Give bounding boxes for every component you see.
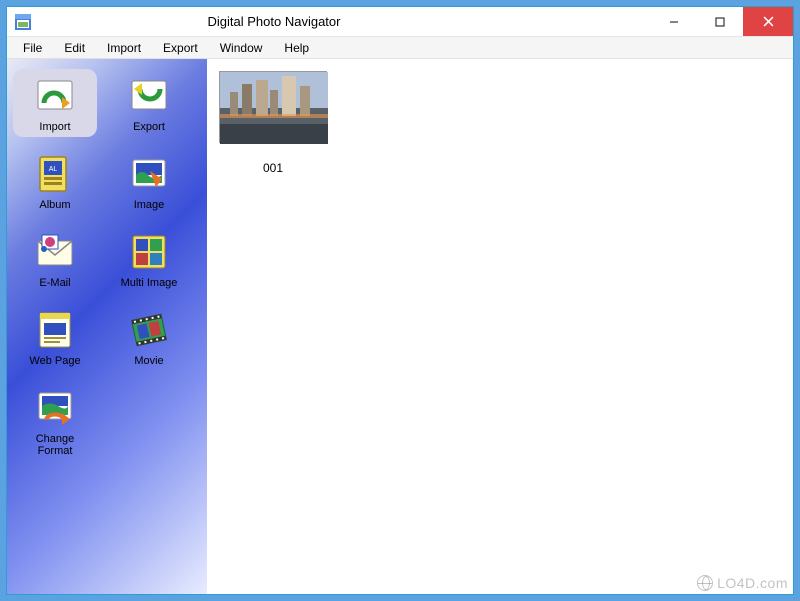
sidebar-label: Movie <box>134 355 163 367</box>
thumbnail-item[interactable]: 001 <box>219 71 327 175</box>
multi-image-icon <box>128 231 170 273</box>
menu-edit[interactable]: Edit <box>54 39 95 57</box>
window-title: Digital Photo Navigator <box>37 14 511 29</box>
watermark: LO4D.com <box>697 575 788 591</box>
watermark-text: LO4D.com <box>717 575 788 591</box>
menubar: File Edit Import Export Window Help <box>7 37 793 59</box>
import-icon <box>34 75 76 117</box>
album-icon: AL <box>34 153 76 195</box>
sidebar-import-button[interactable]: Import <box>13 69 97 137</box>
image-icon <box>128 153 170 195</box>
svg-text:AL: AL <box>49 166 58 173</box>
email-icon <box>34 231 76 273</box>
sidebar-row: Change Format <box>13 381 201 461</box>
menu-import[interactable]: Import <box>97 39 151 57</box>
sidebar-label: Import <box>39 121 70 133</box>
thumbnail-pane: 001 <box>207 59 793 594</box>
export-icon <box>128 75 170 117</box>
sidebar-label: E-Mail <box>39 277 70 289</box>
sidebar-email-button[interactable]: E-Mail <box>13 225 97 293</box>
thumbnail-label: 001 <box>263 161 283 175</box>
sidebar-image-button[interactable]: Image <box>107 147 191 215</box>
app-icon <box>15 14 31 30</box>
sidebar-row: AL Album <box>13 147 201 215</box>
sidebar-album-button[interactable]: AL Album <box>13 147 97 215</box>
sidebar-movie-button[interactable]: Movie <box>107 303 191 371</box>
sidebar-label: Web Page <box>29 355 80 367</box>
maximize-button[interactable] <box>697 7 743 36</box>
menu-help[interactable]: Help <box>274 39 319 57</box>
titlebar: Digital Photo Navigator <box>7 7 793 37</box>
sidebar-label: Image <box>134 199 165 211</box>
sidebar-row: Web Page <box>13 303 201 371</box>
sidebar-webpage-button[interactable]: Web Page <box>13 303 97 371</box>
change-format-icon <box>34 387 76 429</box>
sidebar-export-button[interactable]: Export <box>107 69 191 137</box>
window-controls <box>651 7 793 36</box>
minimize-button[interactable] <box>651 7 697 36</box>
sidebar-row: Import Export <box>13 69 201 137</box>
globe-icon <box>697 575 713 591</box>
sidebar: Import Export <box>7 59 207 594</box>
movie-icon <box>128 309 170 351</box>
close-button[interactable] <box>743 7 793 36</box>
webpage-icon <box>34 309 76 351</box>
app-window: Digital Photo Navigator File Edit Import… <box>6 6 794 595</box>
menu-export[interactable]: Export <box>153 39 208 57</box>
sidebar-label: Album <box>39 199 70 211</box>
sidebar-row: E-Mail Multi Image <box>13 225 201 293</box>
menu-file[interactable]: File <box>13 39 52 57</box>
sidebar-changeformat-button[interactable]: Change Format <box>13 381 97 461</box>
content-area: Import Export <box>7 59 793 594</box>
thumbnail-image <box>219 71 327 143</box>
sidebar-label: Export <box>133 121 165 133</box>
menu-window[interactable]: Window <box>210 39 273 57</box>
sidebar-multiimage-button[interactable]: Multi Image <box>107 225 191 293</box>
sidebar-label: Multi Image <box>121 277 178 289</box>
sidebar-label: Change Format <box>36 433 75 457</box>
